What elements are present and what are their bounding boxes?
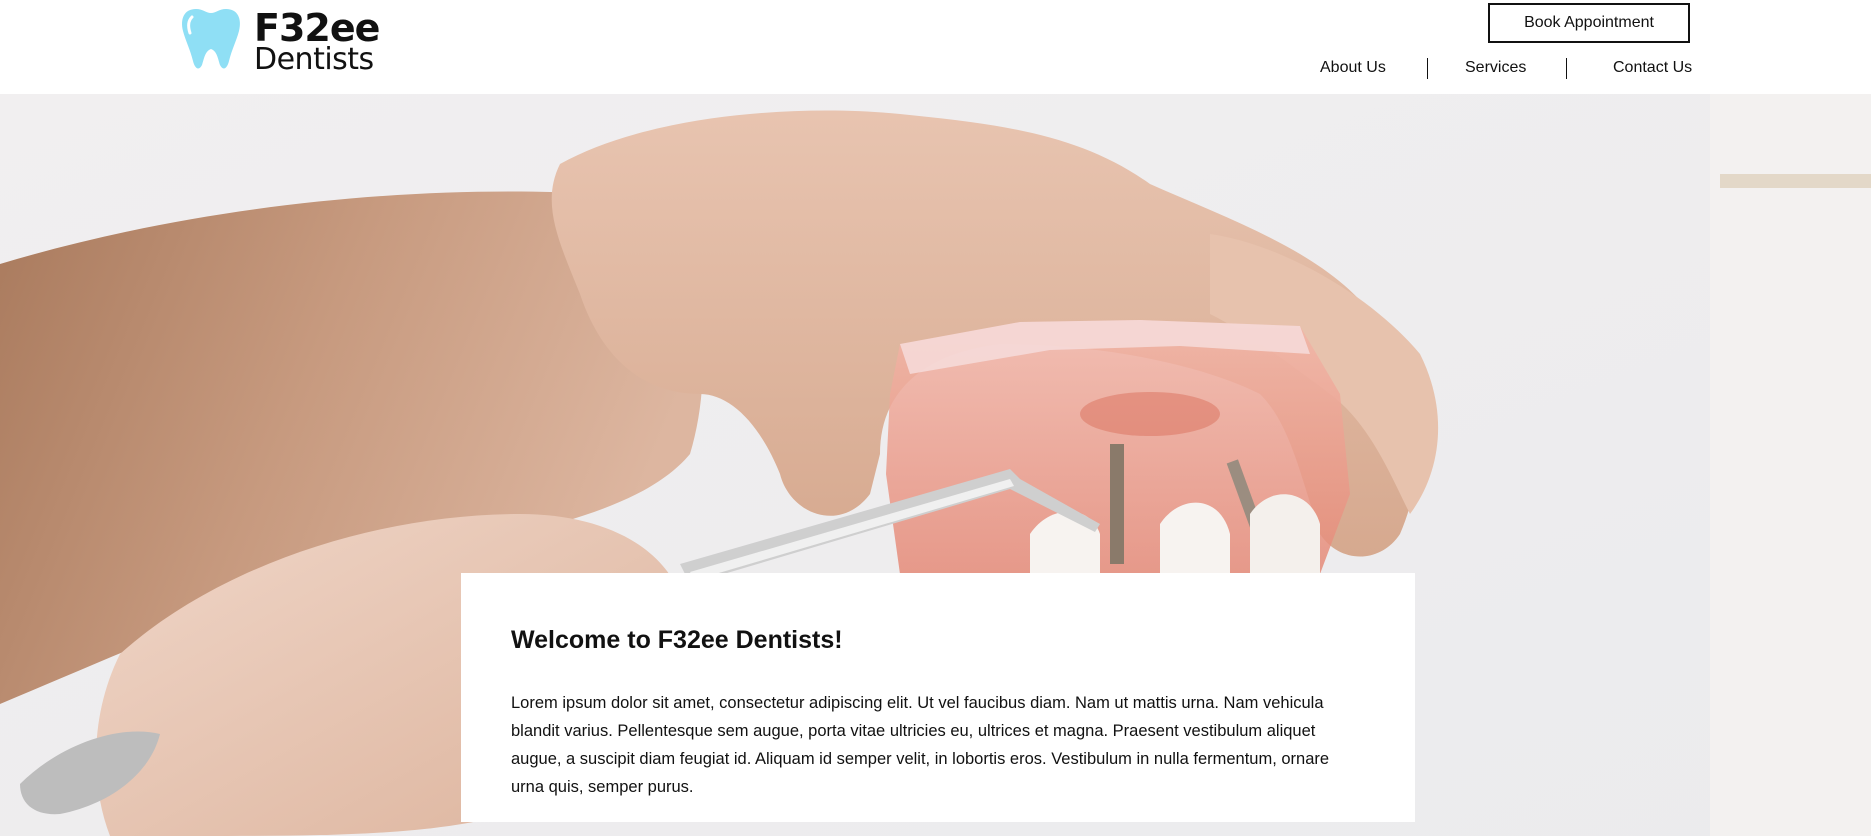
nav-about-us[interactable]: About Us <box>1320 56 1386 80</box>
tooth-icon <box>182 9 240 69</box>
nav-separator <box>1566 58 1567 79</box>
welcome-title: Welcome to F32ee Dentists! <box>511 626 843 654</box>
site-header: F32ee Dentists Book Appointment About Us… <box>0 0 1871 94</box>
welcome-body: Lorem ipsum dolor sit amet, consectetur … <box>511 694 1330 796</box>
brand-logo[interactable]: F32ee Dentists <box>178 5 380 77</box>
brand-tagline: Dentists <box>254 42 374 77</box>
nav-services[interactable]: Services <box>1465 56 1526 80</box>
book-appointment-button[interactable]: Book Appointment <box>1488 3 1690 43</box>
welcome-card: Welcome to F32ee Dentists! Lorem ipsum d… <box>461 573 1415 822</box>
nav-contact-us[interactable]: Contact Us <box>1613 56 1692 80</box>
nav-separator <box>1427 58 1428 79</box>
